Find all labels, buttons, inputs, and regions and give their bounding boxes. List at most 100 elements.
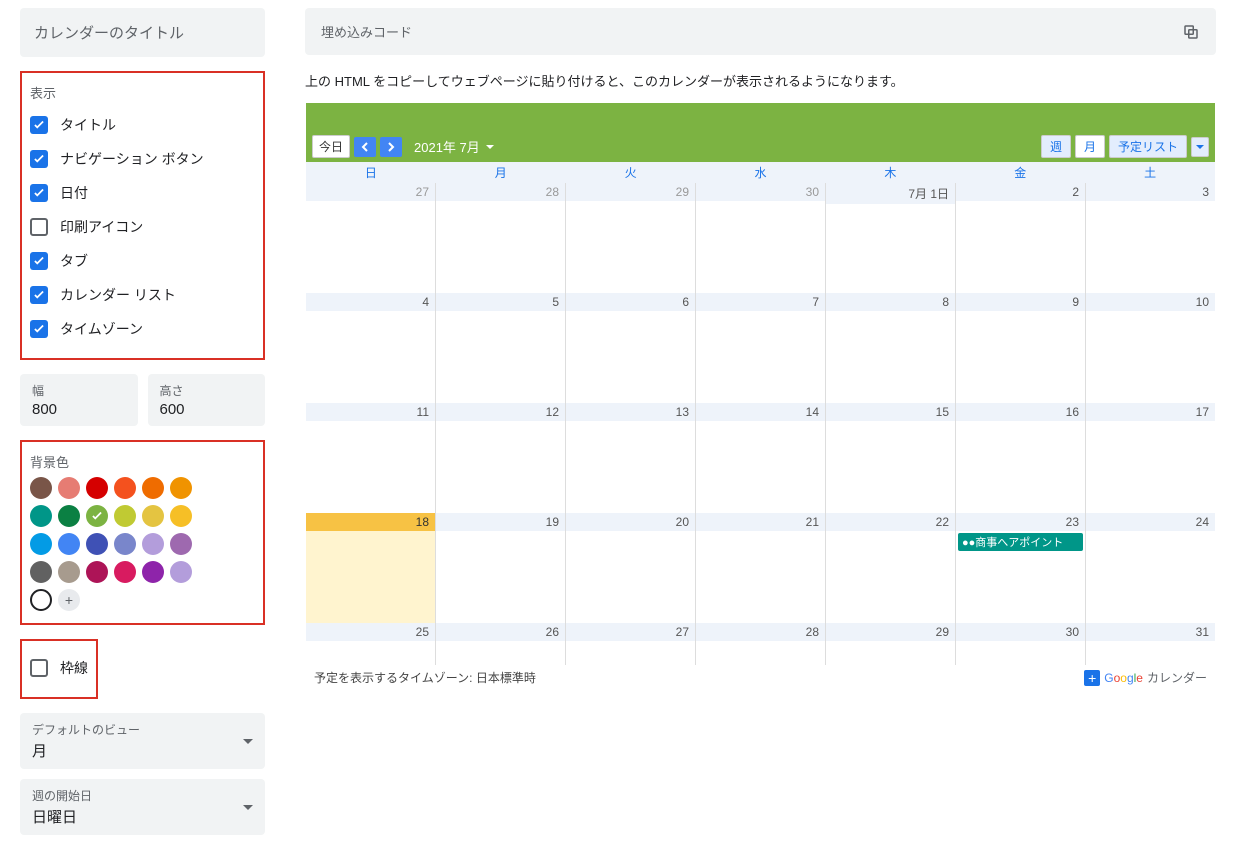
color-swatch[interactable] [114, 477, 136, 499]
color-swatch[interactable] [86, 505, 108, 527]
today-button[interactable]: 今日 [312, 135, 350, 158]
calendar-day[interactable]: 15 [826, 403, 956, 513]
color-swatch[interactable] [114, 561, 136, 583]
color-swatch[interactable] [170, 533, 192, 555]
calendar-day[interactable]: 10 [1086, 293, 1215, 403]
display-option-0[interactable]: タイトル [30, 108, 255, 142]
display-heading: 表示 [30, 83, 255, 102]
checkbox[interactable] [30, 286, 48, 304]
calendar-day[interactable]: 3 [1086, 183, 1215, 293]
tab-week[interactable]: 週 [1041, 135, 1071, 158]
color-swatch-none[interactable] [30, 589, 52, 611]
google-calendar-link[interactable]: + Google カレンダー [1084, 669, 1207, 686]
calendar-day[interactable]: 21 [696, 513, 826, 623]
checkbox[interactable] [30, 320, 48, 338]
copy-icon[interactable] [1182, 23, 1200, 41]
calendar-day[interactable]: 6 [566, 293, 696, 403]
calendar-day[interactable]: 11 [306, 403, 436, 513]
border-checkbox[interactable] [30, 659, 48, 677]
color-swatch[interactable] [30, 561, 52, 583]
calendar-day[interactable]: 30 [956, 623, 1086, 665]
color-swatch[interactable] [114, 505, 136, 527]
height-field[interactable]: 高さ 600 [148, 374, 266, 426]
display-option-1[interactable]: ナビゲーション ボタン [30, 142, 255, 176]
calendar-day[interactable]: 27 [566, 623, 696, 665]
calendar-day[interactable]: 29 [566, 183, 696, 293]
calendar-day[interactable]: 7月 1日 [826, 183, 956, 293]
color-swatch[interactable] [170, 561, 192, 583]
calendar-day[interactable]: 4 [306, 293, 436, 403]
tab-agenda[interactable]: 予定リスト [1109, 135, 1187, 158]
prev-button[interactable] [354, 137, 376, 157]
color-swatch[interactable] [142, 505, 164, 527]
display-option-4[interactable]: タブ [30, 244, 255, 278]
calendar-day[interactable]: 25 [306, 623, 436, 665]
calendar-day[interactable]: 30 [696, 183, 826, 293]
tab-month[interactable]: 月 [1075, 135, 1105, 158]
calendar-day[interactable]: 18 [306, 513, 436, 623]
checkbox[interactable] [30, 218, 48, 236]
calendar-day[interactable]: 7 [696, 293, 826, 403]
color-swatch[interactable] [86, 533, 108, 555]
calendar-day[interactable]: 8 [826, 293, 956, 403]
color-swatch[interactable] [142, 561, 164, 583]
day-number: 12 [436, 403, 565, 421]
next-button[interactable] [380, 137, 402, 157]
display-option-3[interactable]: 印刷アイコン [30, 210, 255, 244]
calendar-day[interactable]: 9 [956, 293, 1086, 403]
color-swatch[interactable] [58, 505, 80, 527]
calendar-day[interactable]: 29 [826, 623, 956, 665]
calendar-day[interactable]: 14 [696, 403, 826, 513]
display-option-2[interactable]: 日付 [30, 176, 255, 210]
checkbox[interactable] [30, 184, 48, 202]
chevron-down-icon [243, 739, 253, 744]
calendar-day[interactable]: 22 [826, 513, 956, 623]
default-view-select[interactable]: デフォルトのビュー 月 [20, 713, 265, 769]
event[interactable]: ●●商事へアポイント [958, 533, 1083, 551]
calendar-day[interactable]: 27 [306, 183, 436, 293]
calendar-day[interactable]: 2 [956, 183, 1086, 293]
color-swatch[interactable] [30, 505, 52, 527]
color-swatch[interactable] [58, 477, 80, 499]
calendar-day[interactable]: 12 [436, 403, 566, 513]
color-swatch[interactable] [86, 477, 108, 499]
calendar-title-field[interactable]: カレンダーのタイトル [20, 8, 265, 57]
option-label: 日付 [60, 183, 88, 203]
calendar-day[interactable]: 28 [696, 623, 826, 665]
color-swatch[interactable] [170, 477, 192, 499]
calendar-day[interactable]: 31 [1086, 623, 1215, 665]
chevron-down-icon[interactable] [486, 145, 494, 149]
border-checkbox-row[interactable]: 枠線 [30, 651, 88, 685]
calendar-day[interactable]: 17 [1086, 403, 1215, 513]
calendar-day[interactable]: 5 [436, 293, 566, 403]
week-start-select[interactable]: 週の開始日 日曜日 [20, 779, 265, 835]
color-swatch[interactable] [142, 533, 164, 555]
calendar-day[interactable]: 24 [1086, 513, 1215, 623]
view-menu-button[interactable] [1191, 137, 1209, 157]
calendar-day[interactable]: 26 [436, 623, 566, 665]
display-option-5[interactable]: カレンダー リスト [30, 278, 255, 312]
dow-header: 土 [1085, 162, 1215, 183]
display-options-panel: 表示 タイトルナビゲーション ボタン日付印刷アイコンタブカレンダー リストタイム… [20, 71, 265, 360]
calendar-day[interactable]: 28 [436, 183, 566, 293]
checkbox[interactable] [30, 150, 48, 168]
color-swatch[interactable] [30, 533, 52, 555]
checkbox[interactable] [30, 252, 48, 270]
color-swatch[interactable] [86, 561, 108, 583]
calendar-day[interactable]: 23●●商事へアポイント [956, 513, 1086, 623]
color-swatch[interactable] [170, 505, 192, 527]
display-option-6[interactable]: タイムゾーン [30, 312, 255, 346]
calendar-day[interactable]: 16 [956, 403, 1086, 513]
calendar-day[interactable]: 13 [566, 403, 696, 513]
color-swatch[interactable] [58, 561, 80, 583]
calendar-day[interactable]: 19 [436, 513, 566, 623]
color-swatch[interactable] [58, 533, 80, 555]
width-field[interactable]: 幅 800 [20, 374, 138, 426]
checkbox[interactable] [30, 116, 48, 134]
color-swatch[interactable] [30, 477, 52, 499]
color-swatch[interactable] [142, 477, 164, 499]
add-color-button[interactable]: + [58, 589, 80, 611]
embed-code-field[interactable]: 埋め込みコード [305, 8, 1216, 55]
calendar-day[interactable]: 20 [566, 513, 696, 623]
color-swatch[interactable] [114, 533, 136, 555]
